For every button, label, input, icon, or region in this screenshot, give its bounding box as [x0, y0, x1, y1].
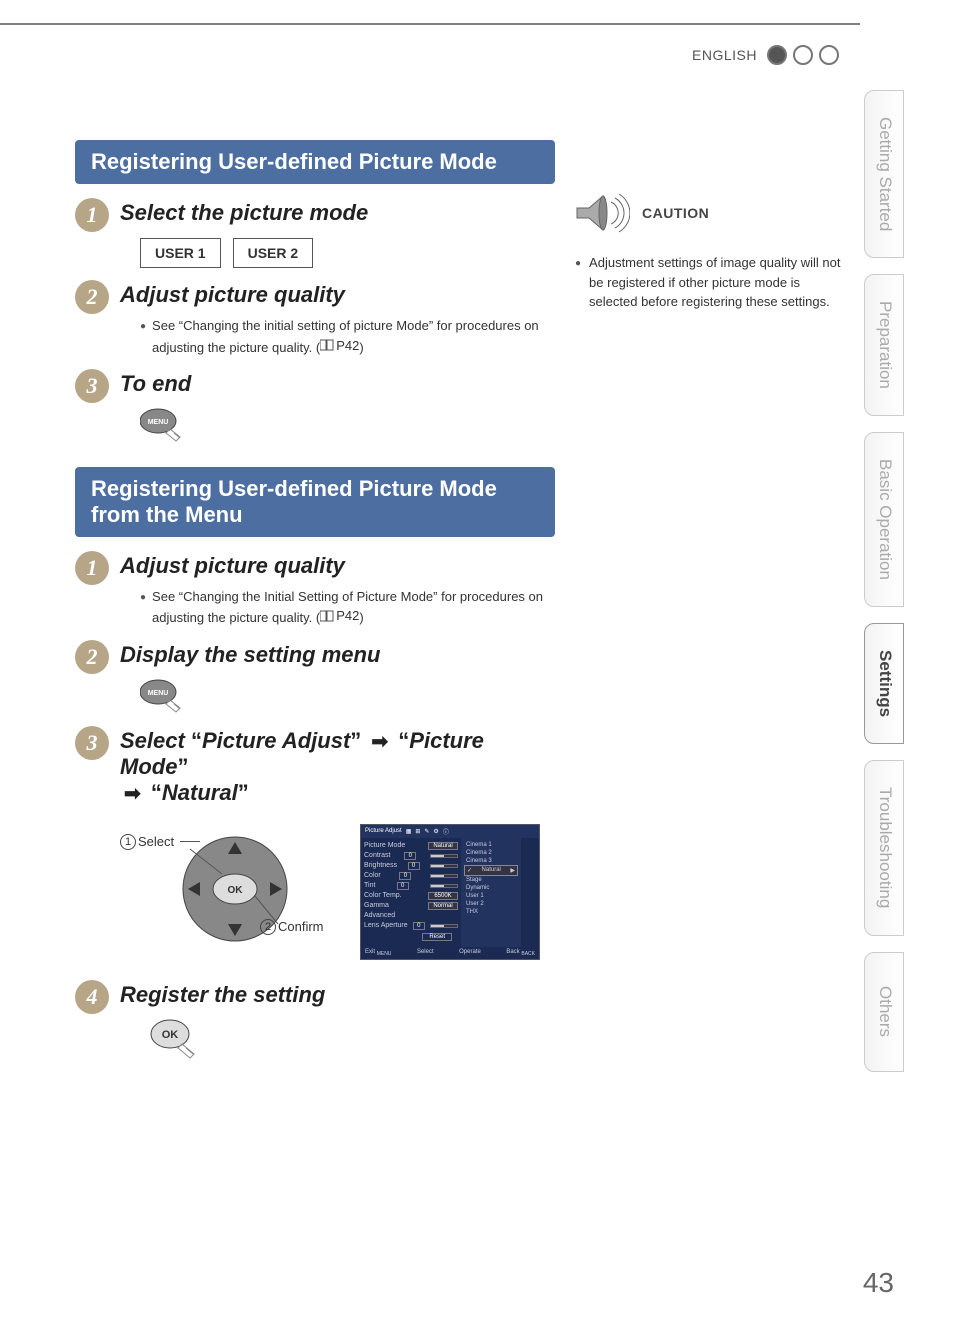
page-number: 43 [863, 1267, 894, 1299]
tab-settings[interactable]: Settings [864, 623, 904, 744]
menu-key-icon: MENU [140, 678, 192, 714]
step-number-icon: 1 [75, 551, 109, 585]
step-note: See “Changing the Initial Setting of Pic… [140, 587, 555, 628]
section1-step3: 3 To end MENU [75, 371, 555, 443]
select-callout: 1Select [120, 834, 200, 850]
section-title-2: Registering User-defined Picture Mode fr… [75, 467, 555, 537]
step-number-icon: 2 [75, 280, 109, 314]
page-ref-icon: P42 [320, 606, 359, 626]
confirm-callout: 2Confirm [260, 919, 324, 935]
tab-getting-started[interactable]: Getting Started [864, 90, 904, 258]
language-indicator: ENGLISH [692, 45, 839, 65]
dot-filled-icon [767, 45, 787, 65]
step-number-icon: 3 [75, 369, 109, 403]
step-title: Display the setting menu [120, 642, 555, 668]
step-title: Select the picture mode [120, 200, 555, 226]
tab-troubleshooting[interactable]: Troubleshooting [864, 760, 904, 935]
tab-others[interactable]: Others [864, 952, 904, 1072]
caution-box: CAUTION Adjustment settings of image qua… [575, 190, 850, 312]
step-title-path: Select “Picture Adjust” ➡ “Picture Mode”… [120, 728, 555, 806]
circled-1-icon: 1 [120, 834, 136, 850]
step-title: Adjust picture quality [120, 282, 555, 308]
side-tab-strip: Getting Started Preparation Basic Operat… [864, 90, 904, 1072]
svg-text:OK: OK [162, 1029, 179, 1041]
step-title: Adjust picture quality [120, 553, 555, 579]
top-horizontal-rule [0, 23, 860, 25]
step-title: Register the setting [120, 982, 555, 1008]
user1-button[interactable]: USER 1 [140, 238, 221, 268]
ok-key-icon: OK [150, 1018, 200, 1062]
step-number-icon: 4 [75, 980, 109, 1014]
step-number-icon: 3 [75, 726, 109, 760]
caution-text: Adjustment settings of image quality wil… [575, 253, 850, 312]
user2-button[interactable]: USER 2 [233, 238, 314, 268]
step-title: To end [120, 371, 555, 397]
section2-step3: 3 Select “Picture Adjust” ➡ “Picture Mod… [75, 728, 555, 960]
step-note: See “Changing the initial setting of pic… [140, 316, 555, 357]
osd-screenshot: Picture Adjust ▦⊞✎⚙ⓘ Picture ModeNatural… [360, 824, 540, 960]
dot-outline-icon [793, 45, 813, 65]
dot-outline-icon [819, 45, 839, 65]
step-number-icon: 1 [75, 198, 109, 232]
tab-preparation[interactable]: Preparation [864, 274, 904, 416]
section1-step2: 2 Adjust picture quality See “Changing t… [75, 282, 555, 357]
megaphone-icon [575, 190, 630, 235]
section2-step2: 2 Display the setting menu MENU [75, 642, 555, 714]
section2-step4: 4 Register the setting OK [75, 982, 555, 1062]
menu-key-icon: MENU [140, 407, 192, 443]
section-title-1: Registering User-defined Picture Mode [75, 140, 555, 184]
svg-text:OK: OK [228, 885, 244, 896]
mode-button-row: USER 1 USER 2 [140, 238, 555, 268]
step-number-icon: 2 [75, 640, 109, 674]
svg-text:MENU: MENU [148, 419, 169, 426]
caution-label: CAUTION [642, 205, 709, 221]
tab-basic-operation[interactable]: Basic Operation [864, 432, 904, 607]
circled-2-icon: 2 [260, 919, 276, 935]
language-dots [767, 45, 839, 65]
section2-step1: 1 Adjust picture quality See “Changing t… [75, 553, 555, 628]
svg-text:MENU: MENU [148, 690, 169, 697]
language-label: ENGLISH [692, 47, 757, 63]
navigation-diagram: 1Select 2Confirm OK [120, 824, 555, 960]
page-ref-icon: P42 [320, 336, 359, 356]
section1-step1: 1 Select the picture mode USER 1 USER 2 [75, 200, 555, 268]
main-content: Registering User-defined Picture Mode 1 … [75, 140, 555, 1076]
